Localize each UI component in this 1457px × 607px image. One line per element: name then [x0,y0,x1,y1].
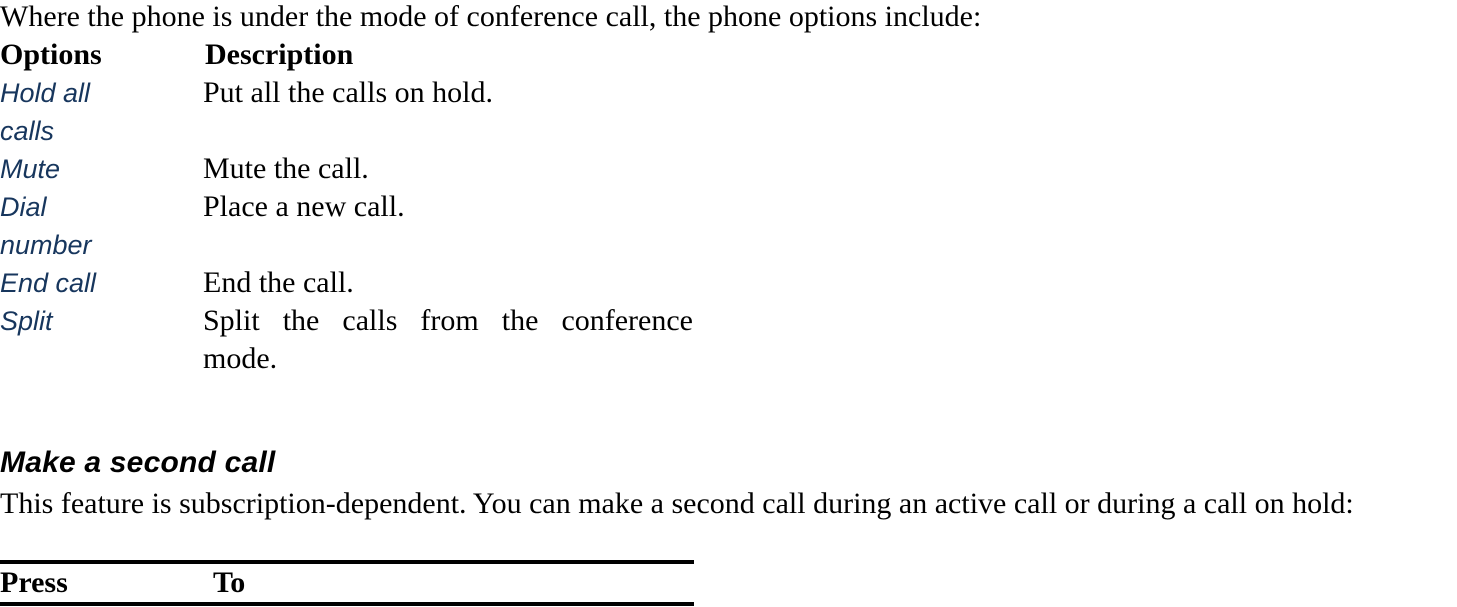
option-description: Place a new call. [203,190,405,223]
column-header-description: Description [205,38,354,71]
column-header-press: Press [0,566,68,599]
intro-paragraph: Where the phone is under the mode of con… [0,0,982,33]
option-description: Split the calls from the conference mode… [203,304,693,375]
table-header-bottom-rule [0,602,694,606]
table-header-row: Press To [0,564,694,602]
conference-options-table: Options Description Hold all calls Put a… [0,36,700,378]
second-call-table: Press To [0,560,694,606]
table-row: Mute Mute the call. [0,150,700,188]
table-header-row: Options Description [0,36,700,74]
option-description: Put all the calls on hold. [203,76,493,109]
option-name: End call [0,268,97,298]
column-header-options: Options [0,38,102,71]
table-row: End call End the call. [0,264,700,302]
option-description: Mute the call. [203,152,369,185]
table-row: Dial number Place a new call. [0,188,700,264]
option-name: Hold all calls [0,78,91,146]
page-title: Make a second call [0,446,276,479]
option-name: Dial number [0,192,92,260]
table-row: Hold all calls Put all the calls on hold… [0,74,700,150]
document-page: Where the phone is under the mode of con… [0,0,1457,607]
option-name: Split [0,306,53,336]
option-name: Mute [0,154,61,184]
option-description: End the call. [203,266,354,299]
column-header-to: To [213,566,246,599]
section-paragraph: This feature is subscription-dependent. … [0,487,1354,520]
table-row: Split Split the calls from the conferenc… [0,302,700,378]
